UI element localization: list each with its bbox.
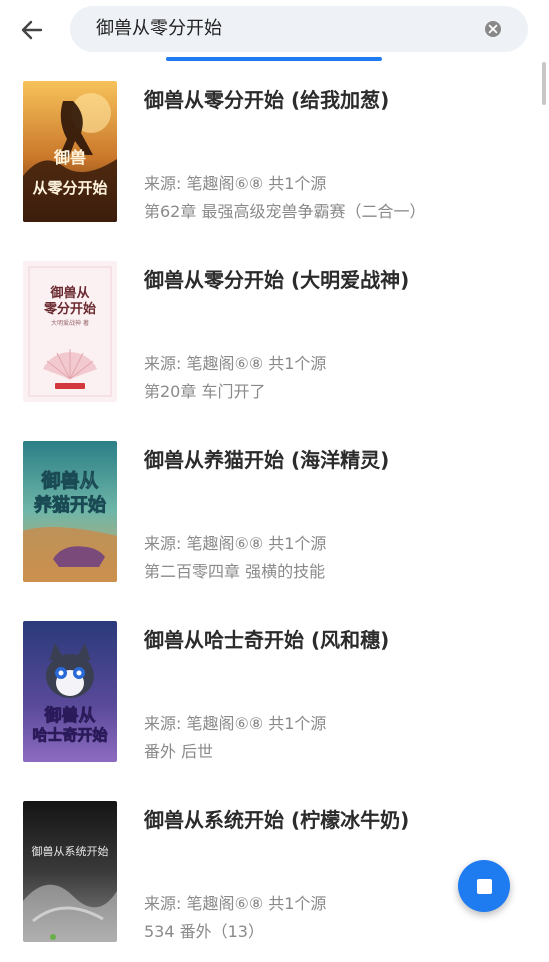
search-input[interactable]: 御兽从零分开始 [70, 6, 528, 52]
book-title: 御兽从哈士奇开始 (风和穗) [144, 628, 390, 652]
book-source: 来源: 笔趣阁⑥⑧ 共1个源 [144, 354, 327, 373]
book-source: 来源: 笔趣阁⑥⑧ 共1个源 [144, 174, 327, 193]
list-item[interactable]: 御兽 从零分开始 御兽从零分开始 (给我加葱) 来源: 笔趣阁⑥⑧ 共1个源 第… [0, 62, 549, 242]
cover-title-line: 御兽从系统开始 [32, 844, 109, 858]
cover-title-line: 御兽 [53, 148, 86, 167]
book-cover: 御兽从系统开始 [23, 801, 117, 942]
latest-chapter: 第62章 最强高级宠兽争霸赛（二合一） [144, 202, 426, 221]
book-cover: 御兽 从零分开始 [23, 81, 117, 222]
cover-title-line: 御兽从 [44, 705, 96, 726]
latest-chapter: 第二百零四章 强横的技能 [144, 562, 326, 581]
stop-search-button[interactable] [458, 860, 510, 912]
book-source: 来源: 笔趣阁⑥⑧ 共1个源 [144, 534, 327, 553]
search-results-list: 御兽 从零分开始 御兽从零分开始 (给我加葱) 来源: 笔趣阁⑥⑧ 共1个源 第… [0, 62, 549, 962]
book-cover: 御兽从 养猫开始 [23, 441, 117, 582]
book-source: 来源: 笔趣阁⑥⑧ 共1个源 [144, 894, 327, 913]
list-item[interactable]: 御兽从 哈士奇开始 御兽从哈士奇开始 (风和穗) 来源: 笔趣阁⑥⑧ 共1个源 … [0, 602, 549, 782]
cover-author: 大明爱战神 著 [51, 319, 89, 327]
book-title: 御兽从零分开始 (大明爱战神) [144, 268, 410, 292]
list-item[interactable]: 御兽从 零分开始 大明爱战神 著 御兽从零分开始 (大明爱战神) 来源: 笔趣阁… [0, 242, 549, 422]
stop-icon [476, 878, 492, 894]
cover-title-line: 从零分开始 [32, 179, 107, 197]
book-title: 御兽从零分开始 (给我加葱) [144, 88, 390, 112]
latest-chapter: 534 番外（13） [144, 922, 264, 941]
cover-title-line: 御兽从 [40, 469, 98, 492]
latest-chapter: 第20章 车门开了 [144, 382, 266, 401]
clear-search-icon[interactable] [484, 20, 502, 38]
book-cover: 御兽从 哈士奇开始 [23, 621, 117, 762]
back-arrow-icon [21, 20, 43, 40]
book-title: 御兽从系统开始 (柠檬冰牛奶) [144, 808, 410, 832]
cover-title-line: 哈士奇开始 [32, 726, 107, 744]
book-cover: 御兽从 零分开始 大明爱战神 著 [23, 261, 117, 402]
list-item[interactable]: 御兽从 养猫开始 御兽从养猫开始 (海洋精灵) 来源: 笔趣阁⑥⑧ 共1个源 第… [0, 422, 549, 602]
latest-chapter: 番外 后世 [144, 742, 214, 761]
cover-title-line: 养猫开始 [33, 494, 106, 516]
search-query-text: 御兽从零分开始 [96, 18, 222, 39]
cover-title-line: 零分开始 [43, 301, 96, 317]
top-bar: 御兽从零分开始 [0, 0, 549, 62]
book-source: 来源: 笔趣阁⑥⑧ 共1个源 [144, 714, 327, 733]
loading-progress-bar [166, 57, 382, 61]
cover-title-line: 御兽从 [49, 285, 89, 301]
back-button[interactable] [14, 14, 50, 46]
book-title: 御兽从养猫开始 (海洋精灵) [144, 448, 390, 472]
